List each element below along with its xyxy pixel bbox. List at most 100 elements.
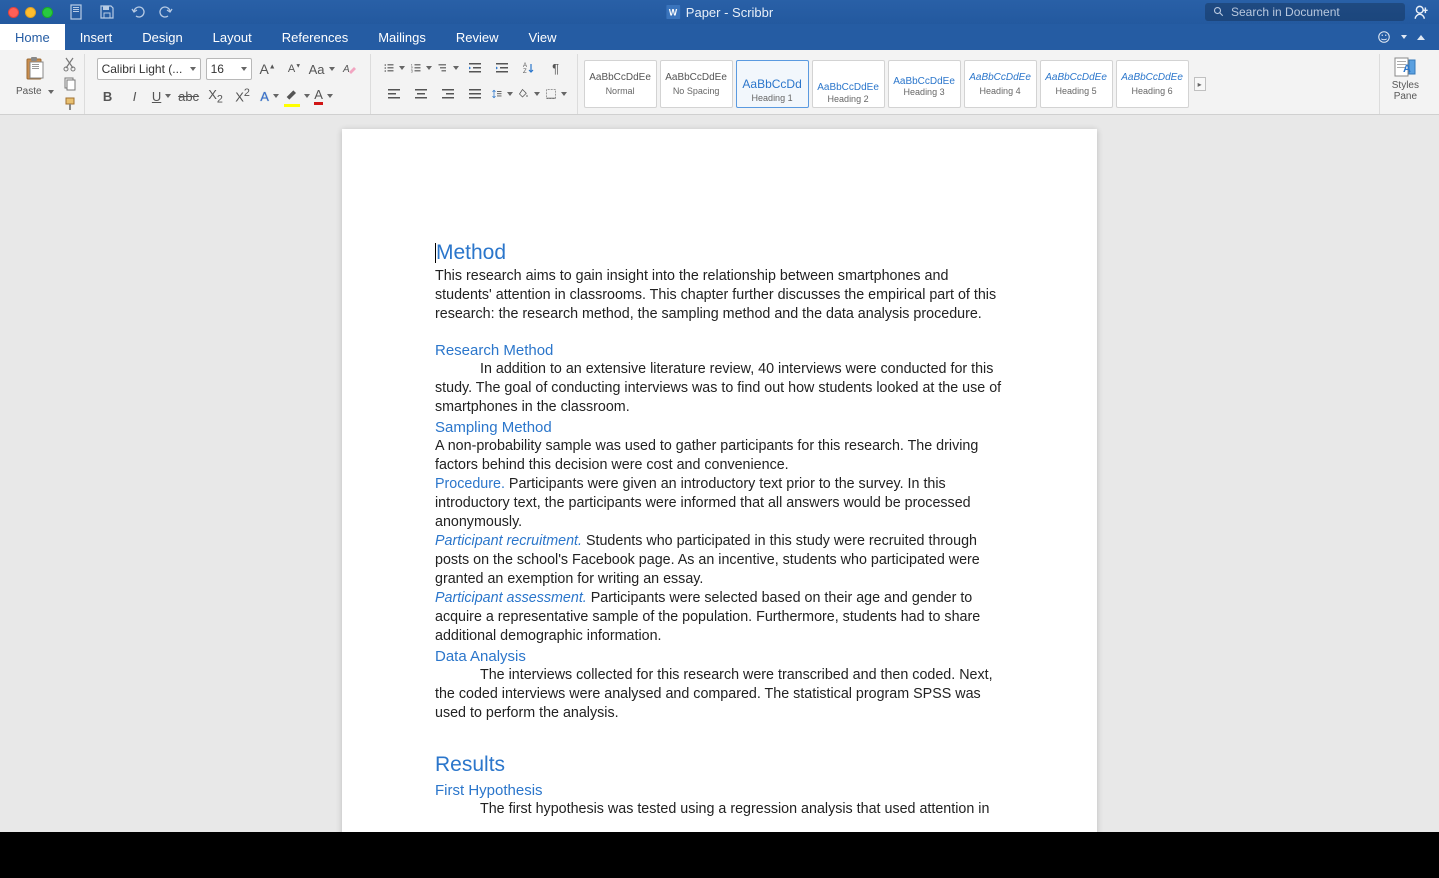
paragraph: In addition to an extensive literature r…	[435, 360, 1004, 417]
subscript-button[interactable]: X2	[205, 86, 227, 106]
styles-scroll-right-icon[interactable]: ▸	[1194, 77, 1206, 91]
style-heading-1[interactable]: AaBbCcDdHeading 1	[736, 60, 809, 108]
bottom-bar	[0, 832, 1439, 878]
line-spacing-button[interactable]	[491, 84, 513, 104]
search-input[interactable]: Search in Document	[1205, 3, 1405, 21]
tab-references[interactable]: References	[267, 24, 363, 50]
tab-insert[interactable]: Insert	[65, 24, 128, 50]
tab-layout[interactable]: Layout	[198, 24, 267, 50]
heading-results: Results	[435, 753, 1004, 777]
heading-research-method: Research Method	[435, 342, 1004, 359]
styles-gallery: AaBbCcDdEeNormalAaBbCcDdEeNo SpacingAaBb…	[580, 54, 1380, 114]
italic-button[interactable]: I	[124, 86, 146, 106]
svg-text:A: A	[342, 64, 350, 75]
smiley-icon[interactable]	[1377, 30, 1391, 44]
svg-text:W: W	[668, 8, 677, 18]
align-right-button[interactable]	[437, 84, 459, 104]
clipboard-group: Paste	[10, 54, 85, 114]
show-marks-button[interactable]: ¶	[545, 58, 567, 78]
style-heading-6[interactable]: AaBbCcDdEeHeading 6	[1116, 60, 1189, 108]
bold-button[interactable]: B	[97, 86, 119, 106]
highlight-button[interactable]	[286, 86, 308, 106]
share-icon[interactable]	[1413, 3, 1431, 21]
style-no-spacing[interactable]: AaBbCcDdEeNo Spacing	[660, 60, 733, 108]
tab-view[interactable]: View	[514, 24, 572, 50]
paragraph: This research aims to gain insight into …	[435, 267, 1004, 324]
heading-data-analysis: Data Analysis	[435, 648, 1004, 665]
paragraph: The interviews collected for this resear…	[435, 666, 1004, 723]
decrease-indent-button[interactable]	[464, 58, 486, 78]
close-window-button[interactable]	[8, 7, 19, 18]
heading-first-hypothesis: First Hypothesis	[435, 782, 1004, 799]
style-normal[interactable]: AaBbCcDdEeNormal	[584, 60, 657, 108]
fullscreen-window-button[interactable]	[42, 7, 53, 18]
copy-icon[interactable]	[62, 76, 78, 92]
style-heading-5[interactable]: AaBbCcDdEeHeading 5	[1040, 60, 1113, 108]
border-button[interactable]	[545, 84, 567, 104]
page[interactable]: Method This research aims to gain insigh…	[342, 129, 1097, 878]
paste-button[interactable]: Paste	[16, 56, 54, 97]
cut-icon[interactable]	[62, 56, 78, 72]
word-icon: W	[666, 5, 680, 19]
grow-font-button[interactable]: A▲	[257, 59, 279, 79]
styles-pane-label: StylesPane	[1392, 80, 1419, 102]
font-color-button[interactable]: A	[313, 86, 335, 106]
heading-sampling-method: Sampling Method	[435, 419, 1004, 436]
window-controls	[8, 7, 53, 18]
justify-button[interactable]	[464, 84, 486, 104]
paragraph: Procedure. Participants were given an in…	[435, 475, 1004, 532]
align-center-button[interactable]	[410, 84, 432, 104]
quick-access-toolbar	[69, 4, 175, 20]
clipboard-icon	[23, 56, 47, 84]
paragraph: A non-probability sample was used to gat…	[435, 437, 1004, 475]
svg-text:Z: Z	[523, 69, 527, 75]
undo-icon[interactable]	[129, 4, 145, 20]
file-icon[interactable]	[69, 4, 85, 20]
change-case-button[interactable]: Aa	[311, 59, 333, 79]
font-name-combo[interactable]: Calibri Light (...	[97, 58, 201, 80]
save-icon[interactable]	[99, 4, 115, 20]
bullets-button[interactable]	[383, 58, 405, 78]
styles-pane-icon: A	[1393, 56, 1417, 80]
font-size-combo[interactable]: 16	[206, 58, 252, 80]
style-heading-2[interactable]: AaBbCcDdEeHeading 2	[812, 60, 885, 108]
title-bar: W Paper - Scribbr Search in Document	[0, 0, 1439, 24]
window-title: W Paper - Scribbr	[666, 5, 773, 20]
strikethrough-button[interactable]: abc	[178, 86, 200, 106]
paragraph: Participant recruitment. Students who pa…	[435, 532, 1004, 589]
ribbon-home: Paste Calibri Light (... 16 A▲ A▼ Aa A B…	[0, 50, 1439, 115]
heading-method: Method	[435, 241, 1004, 265]
format-painter-icon[interactable]	[62, 96, 78, 112]
search-icon	[1213, 6, 1225, 18]
sort-button[interactable]: AZ	[518, 58, 540, 78]
increase-indent-button[interactable]	[491, 58, 513, 78]
collapse-ribbon-icon[interactable]	[1417, 35, 1425, 40]
shading-button[interactable]	[518, 84, 540, 104]
style-heading-3[interactable]: AaBbCcDdEeHeading 3	[888, 60, 961, 108]
tab-mailings[interactable]: Mailings	[363, 24, 441, 50]
minimize-window-button[interactable]	[25, 7, 36, 18]
chevron-down-icon[interactable]	[1401, 35, 1407, 39]
shrink-font-button[interactable]: A▼	[284, 59, 306, 79]
paragraph-group: 123 AZ ¶	[373, 54, 578, 114]
underline-button[interactable]: U	[151, 86, 173, 106]
font-group: Calibri Light (... 16 A▲ A▼ Aa A B I U a…	[87, 54, 371, 114]
align-left-button[interactable]	[383, 84, 405, 104]
redo-icon[interactable]	[159, 4, 175, 20]
superscript-button[interactable]: X2	[232, 86, 254, 106]
styles-pane-button[interactable]: A StylesPane	[1382, 54, 1429, 114]
document-canvas[interactable]: I Method This research aims to gain insi…	[0, 115, 1439, 878]
paragraph: Participant assessment. Participants wer…	[435, 589, 1004, 646]
ribbon-tabs: Home Insert Design Layout References Mai…	[0, 24, 1439, 50]
tab-review[interactable]: Review	[441, 24, 514, 50]
numbering-button[interactable]: 123	[410, 58, 432, 78]
clear-formatting-button[interactable]: A	[338, 59, 360, 79]
tab-design[interactable]: Design	[127, 24, 197, 50]
style-heading-4[interactable]: AaBbCcDdEeHeading 4	[964, 60, 1037, 108]
tab-home[interactable]: Home	[0, 24, 65, 50]
svg-text:3: 3	[410, 70, 412, 74]
text-effects-button[interactable]: A	[259, 86, 281, 106]
svg-text:A: A	[1403, 63, 1411, 75]
paragraph: The first hypothesis was tested using a …	[435, 800, 1004, 819]
multilevel-list-button[interactable]	[437, 58, 459, 78]
